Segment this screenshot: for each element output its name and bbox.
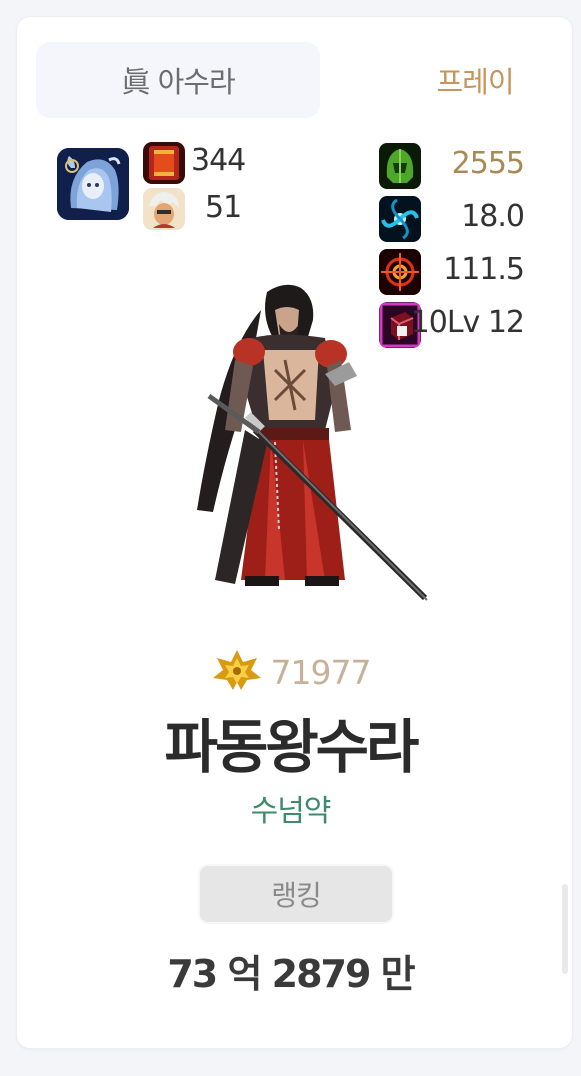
server-name: 프레이: [436, 65, 514, 99]
blue-haired-creature-avatar-icon: [57, 148, 129, 220]
scrollbar[interactable]: [562, 884, 568, 974]
character-name: 파동왕수라: [164, 713, 420, 781]
swordsman-character-sprite: [175, 280, 435, 610]
fame-value: 71977: [270, 652, 372, 692]
red-banner-icon: [143, 142, 185, 184]
left-stat-value-1: 344: [191, 143, 246, 178]
guild-name[interactable]: 수넘약: [0, 786, 581, 830]
right-stat-value-1: 2555: [451, 146, 525, 181]
left-stat-value-2: 51: [205, 190, 242, 225]
right-stat-value-2: 18.0: [461, 199, 525, 234]
white-haired-character-icon: [143, 188, 185, 230]
gold-emblem-icon: [211, 648, 263, 696]
ranking-button[interactable]: 랭킹: [198, 864, 394, 924]
class-name-pill: 眞 아수라: [36, 42, 320, 118]
fame-row: 71977: [0, 648, 581, 696]
damage-value: 73 억 2879 만: [167, 952, 415, 996]
